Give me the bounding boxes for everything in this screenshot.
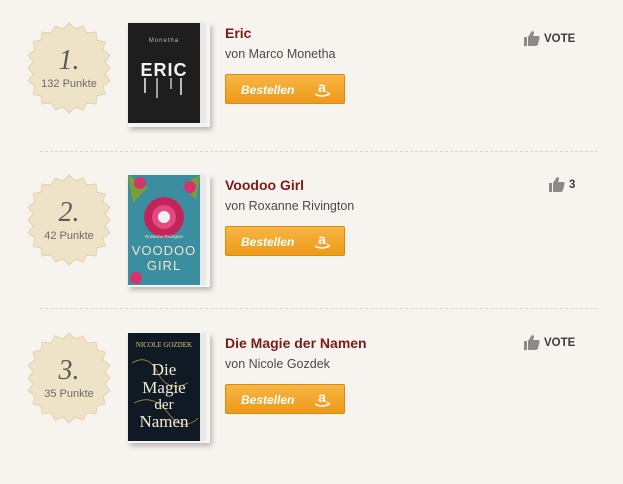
thumbs-up-icon	[549, 177, 565, 192]
amazon-icon: a	[314, 231, 331, 249]
vote-label: VOTE	[544, 32, 576, 45]
vote-button[interactable]: VOTE	[524, 31, 575, 46]
vote-label: VOTE	[544, 336, 576, 349]
svg-text:GIRL: GIRL	[147, 258, 181, 273]
book-author: von Roxanne Rivington	[225, 199, 355, 213]
order-button[interactable]: Bestellen a	[225, 74, 345, 104]
rank-points: 35 Punkte	[44, 388, 94, 400]
svg-text:a: a	[318, 389, 326, 405]
vote-button[interactable]: VOTE	[524, 335, 575, 350]
order-button-label: Bestellen	[241, 83, 295, 97]
order-button[interactable]: Bestellen a	[225, 384, 345, 414]
svg-text:Roxanne Rivington: Roxanne Rivington	[145, 234, 184, 239]
book-cover-voodoo-girl[interactable]: Roxanne Rivington VOODOO GIRL	[128, 175, 206, 285]
svg-text:ERIC: ERIC	[140, 60, 187, 80]
divider	[40, 151, 598, 152]
book-title[interactable]: Die Magie der Namen	[225, 335, 367, 351]
vote-button[interactable]: 3	[549, 177, 575, 192]
thumbs-up-icon	[524, 31, 540, 46]
book-cover-magie-der-namen[interactable]: NICOLE GOZDEK Die Magie der Namen	[128, 333, 206, 441]
amazon-icon: a	[314, 389, 331, 407]
svg-text:a: a	[318, 79, 326, 95]
thumbs-up-icon	[524, 335, 540, 350]
book-cover-eric[interactable]: Monetha ERIC	[128, 23, 206, 123]
ranking-entry: 3. 35 Punkte NICOLE GOZDEK Die Magie der…	[0, 331, 623, 484]
rank-badge: 3. 35 Punkte	[22, 331, 116, 425]
book-title[interactable]: Voodoo Girl	[225, 177, 304, 193]
book-author: von Nicole Gozdek	[225, 357, 330, 371]
svg-text:a: a	[318, 231, 326, 247]
svg-text:Magie: Magie	[142, 378, 185, 397]
rank-number: 3.	[58, 355, 80, 386]
svg-text:Monetha: Monetha	[149, 38, 179, 44]
ranking-entry: 2. 42 Punkte Roxanne Rivington VOODOO GI…	[0, 173, 623, 326]
rank-number: 2.	[58, 197, 80, 228]
svg-text:Namen: Namen	[139, 412, 189, 431]
svg-text:Die: Die	[152, 360, 177, 379]
amazon-icon: a	[314, 79, 331, 97]
rank-badge: 1. 132 Punkte	[22, 21, 116, 115]
rank-number: 1.	[58, 45, 80, 76]
vote-count: 3	[569, 178, 576, 191]
book-title[interactable]: Eric	[225, 25, 251, 41]
book-author: von Marco Monetha	[225, 47, 336, 61]
order-button-label: Bestellen	[241, 235, 295, 249]
svg-text:der: der	[154, 397, 173, 413]
order-button-label: Bestellen	[241, 393, 295, 407]
order-button[interactable]: Bestellen a	[225, 226, 345, 256]
rank-points: 42 Punkte	[44, 230, 94, 242]
rank-badge: 2. 42 Punkte	[22, 173, 116, 267]
svg-text:NICOLE GOZDEK: NICOLE GOZDEK	[136, 341, 192, 349]
svg-text:VOODOO: VOODOO	[132, 243, 197, 258]
rank-points: 132 Punkte	[41, 78, 97, 90]
divider	[40, 308, 598, 309]
